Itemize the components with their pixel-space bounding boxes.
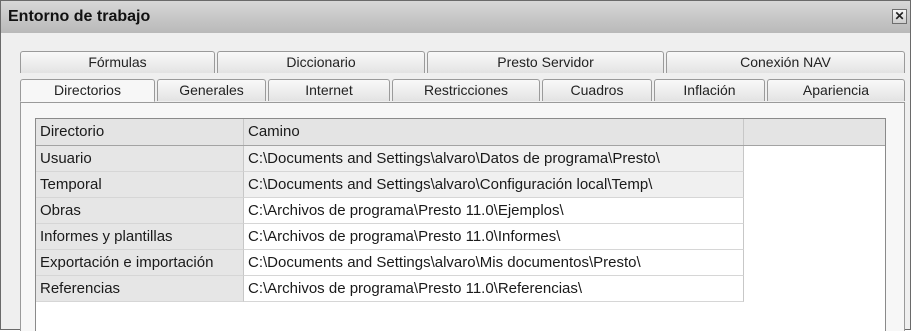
tab-formulas[interactable]: Fórmulas xyxy=(20,51,215,73)
tab-restricciones[interactable]: Restricciones xyxy=(392,79,540,101)
title-bar[interactable]: Entorno de trabajo ✕ xyxy=(1,1,910,33)
column-header-empty xyxy=(744,119,885,145)
cell-directorio[interactable]: Informes y plantillas xyxy=(36,224,244,250)
tab-diccionario[interactable]: Diccionario xyxy=(217,51,425,73)
cell-camino[interactable]: C:\Documents and Settings\alvaro\Mis doc… xyxy=(244,250,744,276)
tab-directorios[interactable]: Directorios xyxy=(20,79,155,102)
directories-table: Directorio Camino Usuario C:\Documents a… xyxy=(35,118,886,331)
close-icon[interactable]: ✕ xyxy=(892,9,907,24)
tab-internet[interactable]: Internet xyxy=(268,79,390,101)
tab-cuadros[interactable]: Cuadros xyxy=(542,79,652,101)
tab-row-front: Directorios Generales Internet Restricci… xyxy=(20,79,905,102)
tab-generales[interactable]: Generales xyxy=(157,79,266,101)
tab-row-back: Fórmulas Diccionario Presto Servidor Con… xyxy=(20,51,905,73)
cell-camino[interactable]: C:\Documents and Settings\alvaro\Configu… xyxy=(244,172,744,198)
cell-camino[interactable]: C:\Archivos de programa\Presto 11.0\Ejem… xyxy=(244,198,744,224)
cell-directorio[interactable]: Obras xyxy=(36,198,244,224)
cell-directorio[interactable]: Referencias xyxy=(36,276,244,302)
column-header-camino[interactable]: Camino xyxy=(244,119,744,145)
tab-presto-servidor[interactable]: Presto Servidor xyxy=(427,51,664,73)
window-title: Entorno de trabajo xyxy=(8,8,151,25)
cell-camino[interactable]: C:\Archivos de programa\Presto 11.0\Refe… xyxy=(244,276,744,302)
column-header-directorio[interactable]: Directorio xyxy=(36,119,244,145)
dialog-window: Entorno de trabajo ✕ Fórmulas Diccionari… xyxy=(0,0,911,331)
cell-camino[interactable]: C:\Documents and Settings\alvaro\Datos d… xyxy=(244,146,744,172)
tab-inflacion[interactable]: Inflación xyxy=(654,79,765,101)
cell-camino[interactable]: C:\Archivos de programa\Presto 11.0\Info… xyxy=(244,224,744,250)
cell-directorio[interactable]: Exportación e importación xyxy=(36,250,244,276)
tab-conexion-nav[interactable]: Conexión NAV xyxy=(666,51,905,73)
table-header: Directorio Camino xyxy=(36,119,885,146)
cell-directorio[interactable]: Usuario xyxy=(36,146,244,172)
tab-apariencia[interactable]: Apariencia xyxy=(767,79,905,101)
cell-directorio[interactable]: Temporal xyxy=(36,172,244,198)
